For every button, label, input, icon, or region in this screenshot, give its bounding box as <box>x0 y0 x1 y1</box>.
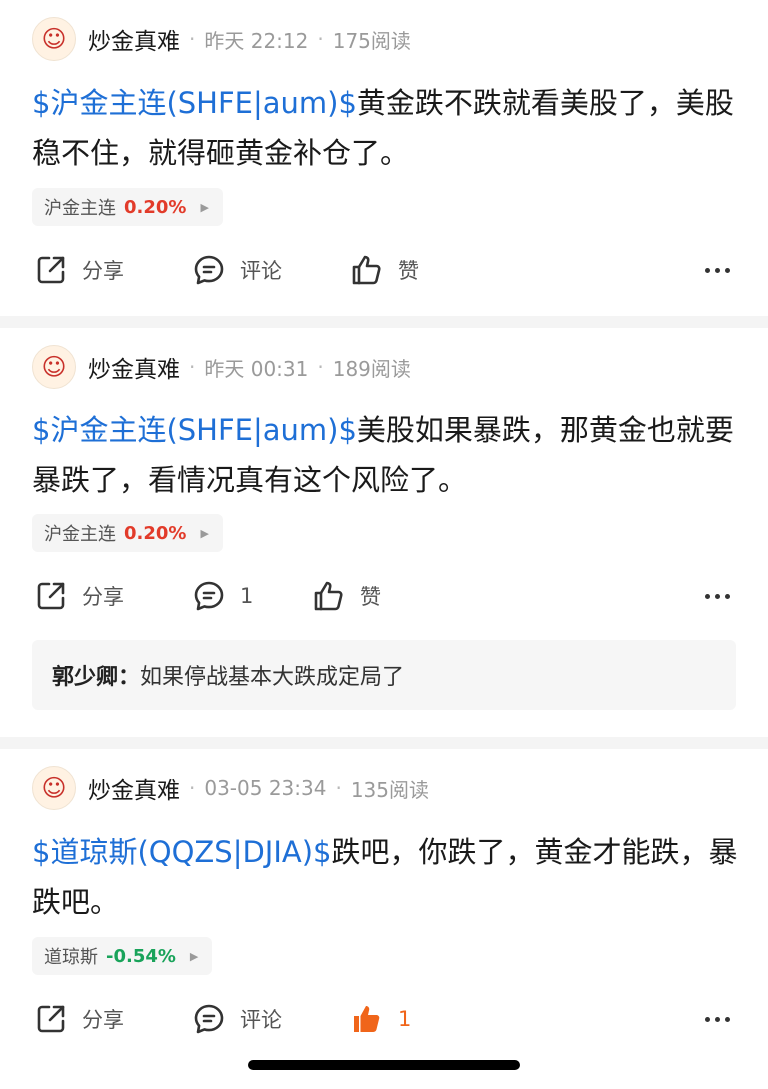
comment-count: 1 <box>240 584 254 608</box>
post-divider <box>0 737 768 749</box>
meta-separator: · <box>189 776 196 800</box>
like-button[interactable]: 赞 <box>350 248 419 292</box>
like-label: 赞 <box>360 585 381 609</box>
comment-label: 评论 <box>240 1008 282 1032</box>
commenter-name[interactable]: 郭少卿： <box>52 659 140 691</box>
share-icon <box>37 582 65 610</box>
action-bar: 分享 1 赞 <box>0 574 768 618</box>
more-dots-icon[interactable] <box>700 997 730 1041</box>
action-bar: 分享 评论 赞 <box>0 248 768 292</box>
meta-separator: · <box>317 27 324 51</box>
share-label: 分享 <box>82 585 124 609</box>
comment-button[interactable]: 评论 <box>192 248 282 292</box>
share-button[interactable]: 分享 <box>34 574 124 618</box>
post-card: ☺ 炒金真难 · 昨天 00:31 · 189阅读 $沪金主连(SHFE|aum… <box>0 328 768 737</box>
meta-separator: · <box>189 27 196 51</box>
like-button[interactable]: 1 <box>350 997 411 1041</box>
comment-button[interactable]: 评论 <box>192 997 282 1041</box>
thumbs-up-icon <box>354 1006 380 1032</box>
post-card: ☺ 炒金真难 · 昨天 22:12 · 175阅读 $沪金主连(SHFE|aum… <box>0 0 768 316</box>
stock-name: 道琼斯 <box>44 947 98 968</box>
author-name[interactable]: 炒金真难 <box>88 350 180 384</box>
post-divider <box>0 316 768 328</box>
post-content[interactable]: $沪金主连(SHFE|aum)$美股如果暴跌，那黄金也就要暴跌了，看情况真有这个… <box>32 405 740 505</box>
chevron-right-icon: ▶ <box>200 526 209 540</box>
fortune-god-avatar-icon[interactable]: ☺ <box>32 345 76 389</box>
meta-separator: · <box>189 355 196 379</box>
comment-icon <box>194 1004 224 1034</box>
comment-label: 评论 <box>240 259 282 283</box>
thumbs-up-icon <box>352 255 381 285</box>
like-button[interactable]: 赞 <box>312 574 381 618</box>
comment-icon <box>194 581 224 611</box>
comment-icon <box>194 255 224 285</box>
more-dots-icon[interactable] <box>700 574 730 618</box>
read-count: 175阅读 <box>332 28 411 53</box>
chevron-right-icon: ▶ <box>200 200 209 214</box>
post-header: ☺ 炒金真难 · 昨天 22:12 · 175阅读 <box>32 16 411 62</box>
stock-name: 沪金主连 <box>44 198 116 219</box>
comment-button[interactable]: 1 <box>192 574 253 618</box>
post-header: ☺ 炒金真难 · 昨天 00:31 · 189阅读 <box>32 344 411 390</box>
stock-name: 沪金主连 <box>44 524 116 545</box>
share-label: 分享 <box>82 259 124 283</box>
like-count: 1 <box>398 1007 412 1031</box>
comment-text: 如果停战基本大跌成定局了 <box>140 665 405 690</box>
meta-separator: · <box>335 776 342 800</box>
post-time: 03-05 23:34 <box>204 776 327 800</box>
comment-preview[interactable]: 郭少卿： 如果停战基本大跌成定局了 <box>32 640 736 710</box>
stock-chip[interactable]: 沪金主连 0.20% ▶ <box>32 514 223 552</box>
chevron-right-icon: ▶ <box>189 949 199 963</box>
stock-tag-link[interactable]: $沪金主连(SHFE|aum)$ <box>32 86 357 120</box>
post-header: ☺ 炒金真难 · 03-05 23:34 · 135阅读 <box>32 765 429 811</box>
fortune-god-avatar-icon[interactable]: ☺ <box>32 766 76 810</box>
action-bar: 分享 评论 1 <box>0 997 768 1041</box>
stock-tag-link[interactable]: $道琼斯(QQZS|DJIA)$ <box>32 835 332 869</box>
author-name[interactable]: 炒金真难 <box>88 771 180 805</box>
stock-change: -0.54% <box>106 945 176 967</box>
fortune-god-avatar-icon[interactable]: ☺ <box>32 17 76 61</box>
post-time: 昨天 00:31 <box>204 356 309 381</box>
share-icon <box>37 1005 65 1033</box>
stock-tag-link[interactable]: $沪金主连(SHFE|aum)$ <box>32 413 357 447</box>
stock-change: 0.20% <box>124 196 187 218</box>
read-count: 189阅读 <box>332 356 411 381</box>
share-button[interactable]: 分享 <box>34 997 124 1041</box>
author-name[interactable]: 炒金真难 <box>88 22 180 56</box>
post-time: 昨天 22:12 <box>204 28 309 53</box>
read-count: 135阅读 <box>350 777 430 802</box>
stock-chip[interactable]: 沪金主连 0.20% ▶ <box>32 188 223 226</box>
post-card: ☺ 炒金真难 · 03-05 23:34 · 135阅读 $道琼斯(QQZS|D… <box>0 749 768 1075</box>
more-dots-icon[interactable] <box>700 248 730 292</box>
stock-change: 0.20% <box>124 522 187 544</box>
post-content[interactable]: $道琼斯(QQZS|DJIA)$跌吧，你跌了，黄金才能跌，暴跌吧。 <box>32 827 740 927</box>
stock-chip[interactable]: 道琼斯 -0.54% ▶ <box>32 937 213 975</box>
share-label: 分享 <box>82 1008 124 1032</box>
share-button[interactable]: 分享 <box>34 248 124 292</box>
home-indicator <box>248 1060 520 1070</box>
like-label: 赞 <box>398 259 419 283</box>
post-content[interactable]: $沪金主连(SHFE|aum)$黄金跌不跌就看美股了，美股稳不住，就得砸黄金补仓… <box>32 78 740 178</box>
share-icon <box>37 256 65 284</box>
thumbs-up-icon <box>314 581 343 611</box>
meta-separator: · <box>317 355 324 379</box>
